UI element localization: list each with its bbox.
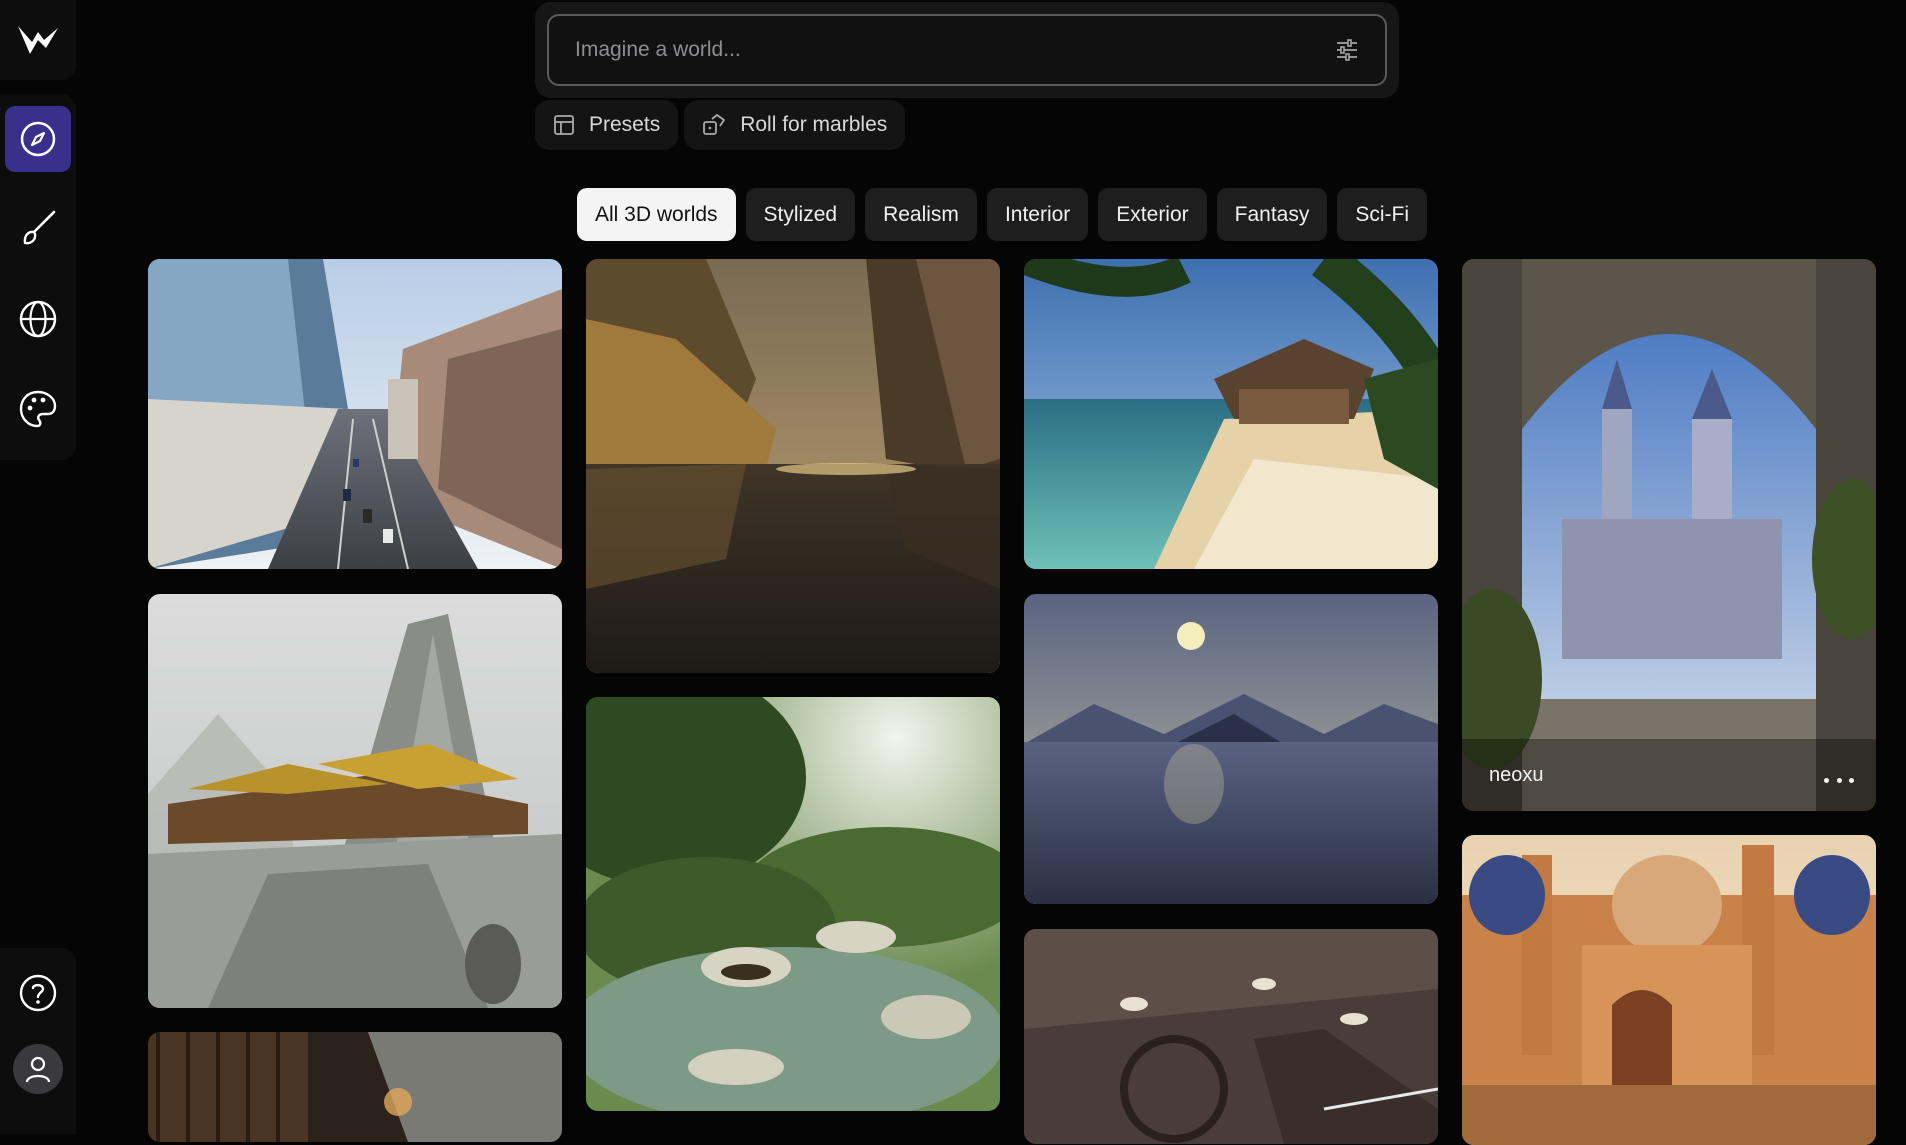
world-thumbnail: [1462, 835, 1876, 1145]
tab-fantasy[interactable]: Fantasy: [1216, 188, 1328, 241]
tab-all-3d-worlds[interactable]: All 3D worlds: [577, 188, 736, 241]
prompt-input[interactable]: [573, 37, 1333, 63]
account-avatar[interactable]: [13, 1044, 63, 1094]
category-tabs: All 3D worlds Stylized Realism Interior …: [577, 188, 1428, 241]
world-card-forest-pods[interactable]: [586, 697, 1000, 1111]
user-icon: [25, 1056, 51, 1083]
tab-exterior[interactable]: Exterior: [1098, 188, 1207, 241]
world-thumbnail: [148, 1032, 562, 1142]
world-thumbnail: [1024, 929, 1438, 1144]
world-thumbnail: [148, 594, 562, 1008]
logo[interactable]: [0, 0, 76, 80]
world-card-ship-interior[interactable]: [1024, 929, 1438, 1144]
action-row: Presets Roll for marbles: [535, 100, 906, 150]
world-thumbnail: [1024, 594, 1438, 904]
world-thumbnail: [1462, 259, 1876, 811]
tab-sci-fi[interactable]: Sci-Fi: [1337, 188, 1428, 241]
world-card-desert-palace[interactable]: [1462, 835, 1876, 1145]
presets-label: Presets: [589, 113, 661, 136]
world-thumbnail: [1024, 259, 1438, 569]
bottom-rail: [0, 948, 76, 1134]
world-card-mountain-lake[interactable]: [1024, 594, 1438, 904]
nav-styles-button[interactable]: [5, 376, 71, 442]
roll-for-marbles-button[interactable]: Roll for marbles: [684, 100, 906, 150]
globe-icon: [19, 300, 57, 338]
nav-explore-button[interactable]: [5, 106, 71, 172]
brush-icon: [23, 210, 56, 245]
search-panel: [535, 2, 1399, 98]
search-box: [547, 14, 1387, 86]
world-card-fantasy-castle[interactable]: neoxu: [1462, 259, 1876, 811]
tab-interior[interactable]: Interior: [986, 188, 1089, 241]
world-card-mountain-temple[interactable]: [148, 594, 562, 1008]
presets-icon: [554, 115, 574, 135]
more-options-icon[interactable]: [1824, 773, 1854, 787]
world-card-city-street[interactable]: [148, 259, 562, 569]
world-card-canyon-lake[interactable]: [586, 259, 1000, 673]
presets-button[interactable]: Presets: [535, 100, 679, 150]
palette-icon: [19, 390, 57, 428]
help-button[interactable]: [13, 968, 63, 1018]
logo-icon: [18, 26, 58, 54]
world-thumbnail: [148, 259, 562, 569]
world-card-library[interactable]: [148, 1032, 562, 1142]
compass-icon: [20, 121, 56, 157]
world-thumbnail: [586, 697, 1000, 1111]
nav-worlds-button[interactable]: [5, 286, 71, 352]
tab-stylized[interactable]: Stylized: [745, 188, 856, 241]
world-card-tropical-beach[interactable]: [1024, 259, 1438, 569]
world-thumbnail: [586, 259, 1000, 673]
dice-icon: [703, 114, 726, 135]
roll-for-marbles-label: Roll for marbles: [740, 113, 888, 136]
help-icon: [19, 974, 57, 1012]
nav-rail: [0, 94, 76, 460]
tab-realism[interactable]: Realism: [865, 188, 977, 241]
settings-sliders-icon[interactable]: [1333, 36, 1361, 64]
card-author: neoxu: [1489, 764, 1544, 786]
nav-create-button[interactable]: [5, 196, 71, 262]
